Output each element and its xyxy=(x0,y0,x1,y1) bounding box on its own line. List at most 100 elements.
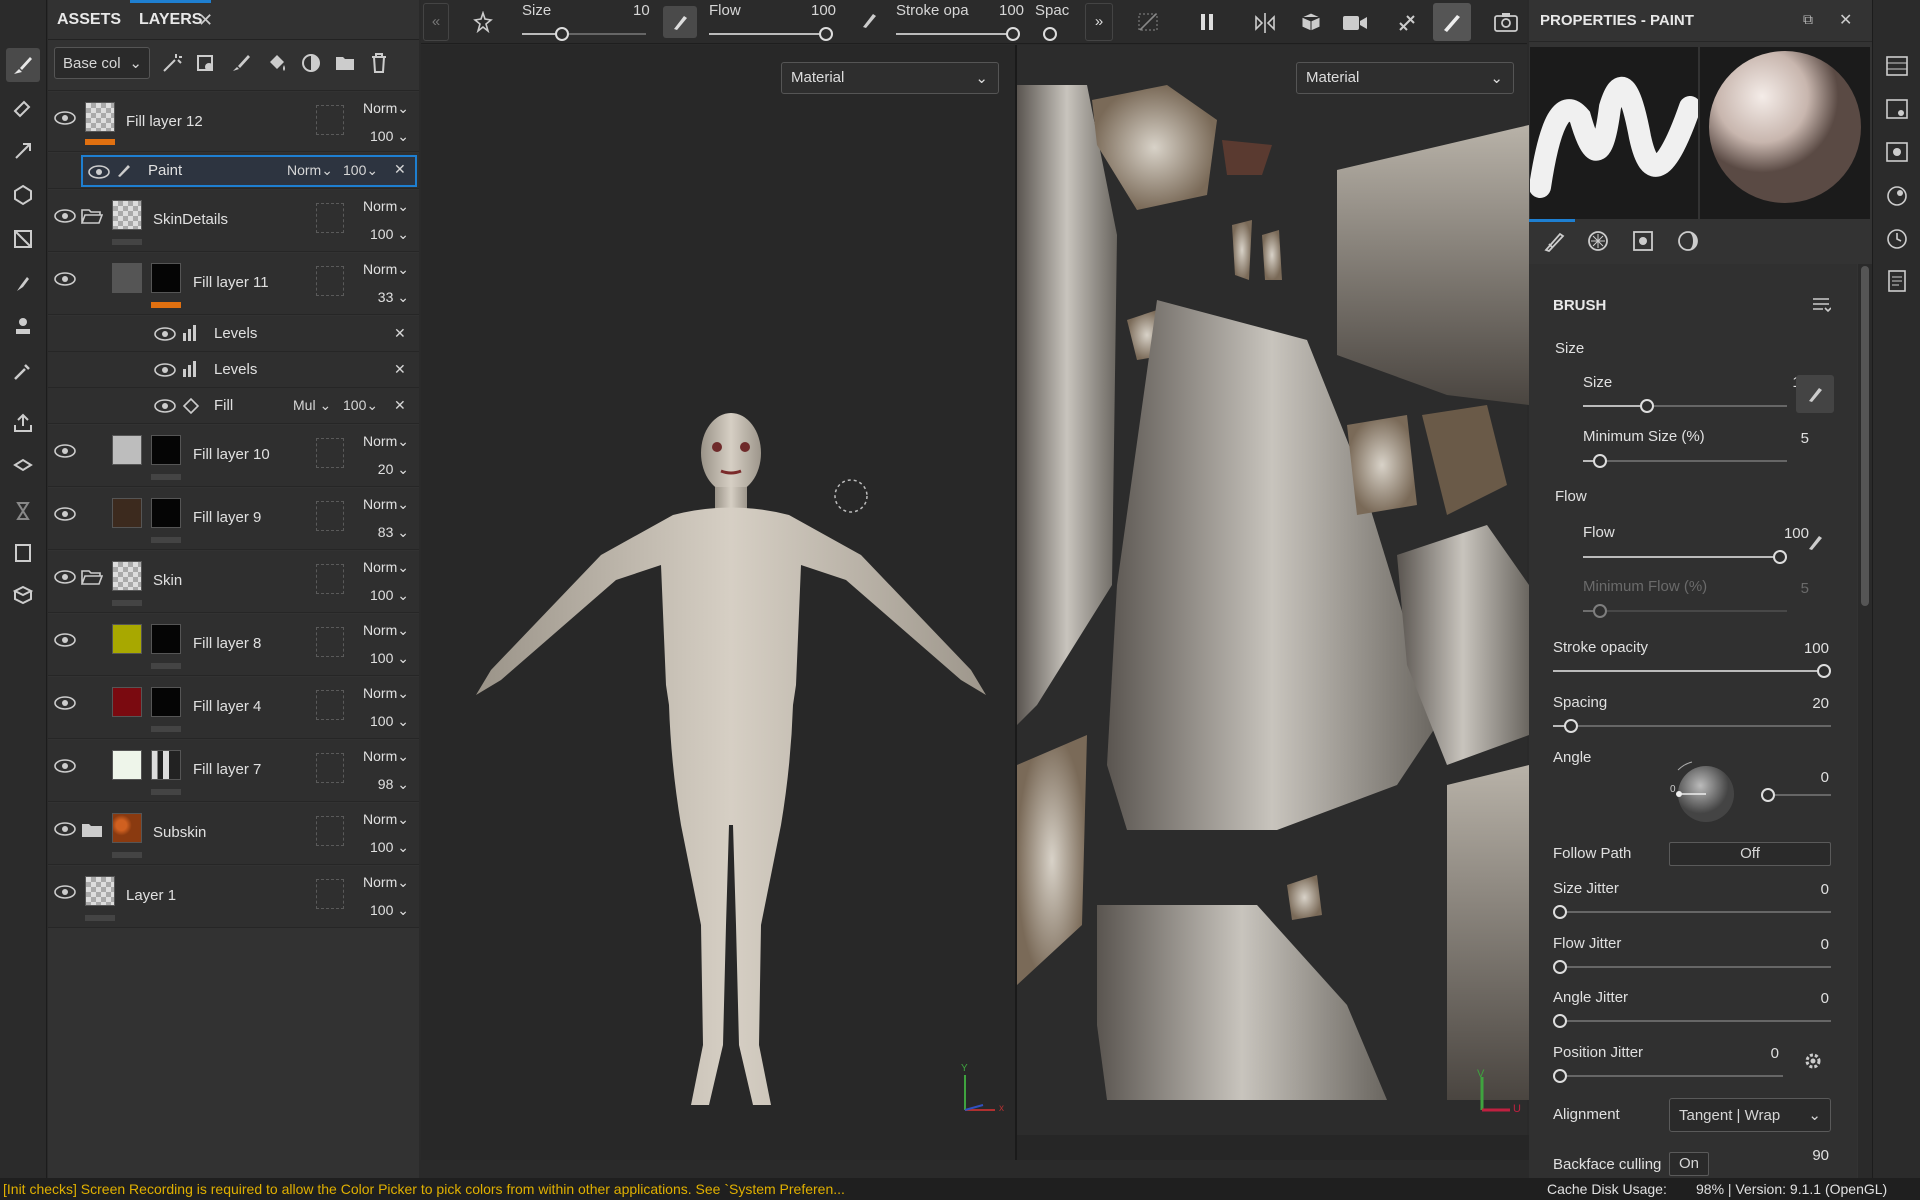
layer-row[interactable]: Fill layer 8 Norm⌄ 100 ⌄ xyxy=(48,614,419,676)
collapse-left-icon[interactable]: « xyxy=(423,3,449,41)
minimum-size-value[interactable]: 5 xyxy=(1759,430,1809,447)
texture-set-list-icon[interactable] xyxy=(1886,56,1908,76)
layer-row[interactable]: Fill layer 7 Norm⌄ 98 ⌄ xyxy=(48,740,419,802)
material-tab-icon[interactable] xyxy=(1677,230,1699,252)
add-effect-icon[interactable] xyxy=(194,52,216,74)
visibility-eye-icon[interactable] xyxy=(88,165,110,179)
symmetry-icon[interactable] xyxy=(1253,12,1277,34)
visibility-eye-icon[interactable] xyxy=(54,111,76,125)
stroke-opacity-slider[interactable] xyxy=(896,27,1020,41)
layer-opacity[interactable]: 100 ⌄ xyxy=(370,587,409,604)
blend-mode[interactable]: Norm⌄ xyxy=(363,496,409,513)
layer-row[interactable]: Fill layer 4 Norm⌄ 100 ⌄ xyxy=(48,677,419,739)
size-jitter-knob[interactable] xyxy=(1553,905,1567,919)
angle-slider-knob[interactable] xyxy=(1761,788,1775,802)
lighting-icon[interactable] xyxy=(1396,12,1418,34)
layer-opacity[interactable]: 100 ⌄ xyxy=(370,839,409,856)
properties-scrollbar[interactable] xyxy=(1858,264,1872,1178)
magic-wand-icon[interactable] xyxy=(161,52,183,74)
folder-open-icon[interactable] xyxy=(81,568,103,586)
minimum-size-slider[interactable] xyxy=(1583,454,1787,468)
brush-preset-icon[interactable] xyxy=(471,11,495,33)
slider-knob[interactable] xyxy=(555,27,569,41)
color-picker-tool-icon[interactable] xyxy=(6,354,40,388)
expand-toolbar-icon[interactable]: » xyxy=(1085,3,1113,41)
visibility-eye-icon[interactable] xyxy=(54,209,76,223)
horizontal-scrollbar[interactable] xyxy=(1017,1135,1529,1160)
size-slider[interactable] xyxy=(522,27,646,41)
tab-assets[interactable]: ASSETS xyxy=(48,0,130,40)
geometry-fill-tool-icon[interactable] xyxy=(6,178,40,212)
close-tab-icon[interactable]: ✕ xyxy=(198,10,213,31)
spacing-value[interactable]: 20 xyxy=(1779,695,1829,712)
blend-mode[interactable]: Norm⌄ xyxy=(363,622,409,639)
add-fill-layer-icon[interactable] xyxy=(266,52,288,74)
layer-opacity[interactable]: 98 ⌄ xyxy=(378,776,409,793)
shelf-icon[interactable] xyxy=(6,536,40,570)
material-mode-select[interactable]: Material ⌄ xyxy=(781,62,999,94)
alpha-tab-icon[interactable] xyxy=(1587,230,1609,252)
visibility-eye-icon[interactable] xyxy=(154,327,176,341)
blend-mode[interactable]: Norm⌄ xyxy=(363,261,409,278)
layer-folder-row[interactable]: SkinDetails Norm⌄ 100 ⌄ xyxy=(48,190,419,252)
blend-mode[interactable]: Norm⌄ xyxy=(287,162,333,179)
size-pressure-icon[interactable] xyxy=(1796,375,1834,413)
remove-icon[interactable]: ✕ xyxy=(394,161,406,178)
float-panel-icon[interactable]: ⧉ xyxy=(1803,11,1813,28)
layer-folder-row[interactable]: Subskin Norm⌄ 100 ⌄ xyxy=(48,803,419,865)
position-jitter-knob[interactable] xyxy=(1553,1069,1567,1083)
visibility-eye-icon[interactable] xyxy=(54,507,76,521)
pen-pressure-size-icon[interactable] xyxy=(663,6,697,38)
angle-dial[interactable] xyxy=(1670,758,1740,828)
effect-row[interactable]: Levels ✕ xyxy=(48,316,419,352)
clone-stamp-tool-icon[interactable] xyxy=(6,310,40,344)
viewport-2d-uv[interactable]: Material ⌄ V U xyxy=(1015,45,1529,1160)
flow-slider[interactable] xyxy=(709,27,833,41)
backface-culling-toggle[interactable]: On xyxy=(1669,1152,1709,1176)
visibility-eye-icon[interactable] xyxy=(54,696,76,710)
layer-row[interactable]: Fill layer 10 Norm⌄ 20 ⌄ xyxy=(48,425,419,487)
slider-knob[interactable] xyxy=(1773,550,1787,564)
visibility-eye-icon[interactable] xyxy=(154,399,176,413)
visibility-eye-icon[interactable] xyxy=(54,885,76,899)
jitter-settings-gear-icon[interactable] xyxy=(1803,1051,1823,1071)
add-paint-layer-icon[interactable] xyxy=(230,52,252,74)
eraser-tool-icon[interactable] xyxy=(6,90,40,124)
stroke-opacity-value[interactable]: 100 xyxy=(1779,640,1829,657)
size-slider[interactable] xyxy=(1583,399,1787,413)
layer-row[interactable]: Fill layer 11 Norm⌄ 33 ⌄ xyxy=(48,253,419,315)
visibility-eye-icon[interactable] xyxy=(54,633,76,647)
pen-pressure-flow-icon[interactable] xyxy=(861,12,877,28)
stroke-opacity-slider[interactable] xyxy=(1553,664,1831,678)
layer-opacity[interactable]: 20 ⌄ xyxy=(378,461,409,478)
stencil-tab-icon[interactable] xyxy=(1632,230,1654,252)
blend-mode[interactable]: Norm⌄ xyxy=(363,433,409,450)
layer-opacity[interactable]: 100 ⌄ xyxy=(370,226,409,243)
spacing-slider-knob[interactable] xyxy=(1043,27,1057,41)
blend-mode[interactable]: Norm⌄ xyxy=(363,811,409,828)
blend-mode[interactable]: Norm⌄ xyxy=(363,685,409,702)
polygon-fill-tool-icon[interactable] xyxy=(6,222,40,256)
flow-jitter-value[interactable]: 0 xyxy=(1779,936,1829,953)
slider-knob[interactable] xyxy=(1593,454,1607,468)
smudge-tool-icon[interactable] xyxy=(6,266,40,300)
layer-opacity[interactable]: 100 ⌄ xyxy=(370,713,409,730)
history-icon[interactable] xyxy=(6,494,40,528)
visibility-eye-icon[interactable] xyxy=(54,444,76,458)
layer-opacity[interactable]: 100 ⌄ xyxy=(370,128,409,145)
visibility-eye-icon[interactable] xyxy=(54,272,76,286)
blend-mode[interactable]: Norm⌄ xyxy=(363,748,409,765)
display-mode-cube-icon[interactable] xyxy=(1300,11,1322,33)
folder-closed-icon[interactable] xyxy=(81,821,103,839)
texture-set-settings-icon[interactable] xyxy=(1886,99,1908,119)
visibility-eye-icon[interactable] xyxy=(54,570,76,584)
folder-open-icon[interactable] xyxy=(81,207,103,225)
material-mode-select[interactable]: Material ⌄ xyxy=(1296,62,1514,94)
spacing-slider[interactable] xyxy=(1553,719,1831,733)
close-panel-icon[interactable]: ✕ xyxy=(1839,10,1852,30)
channel-select[interactable]: Base col ⌄ xyxy=(54,47,150,79)
pause-icon[interactable] xyxy=(1199,13,1215,31)
add-folder-icon[interactable] xyxy=(334,52,356,74)
paint-mode-icon[interactable] xyxy=(1433,3,1471,41)
layer-row-selected[interactable]: Paint Norm⌄ 100⌄ ✕ xyxy=(48,153,419,189)
